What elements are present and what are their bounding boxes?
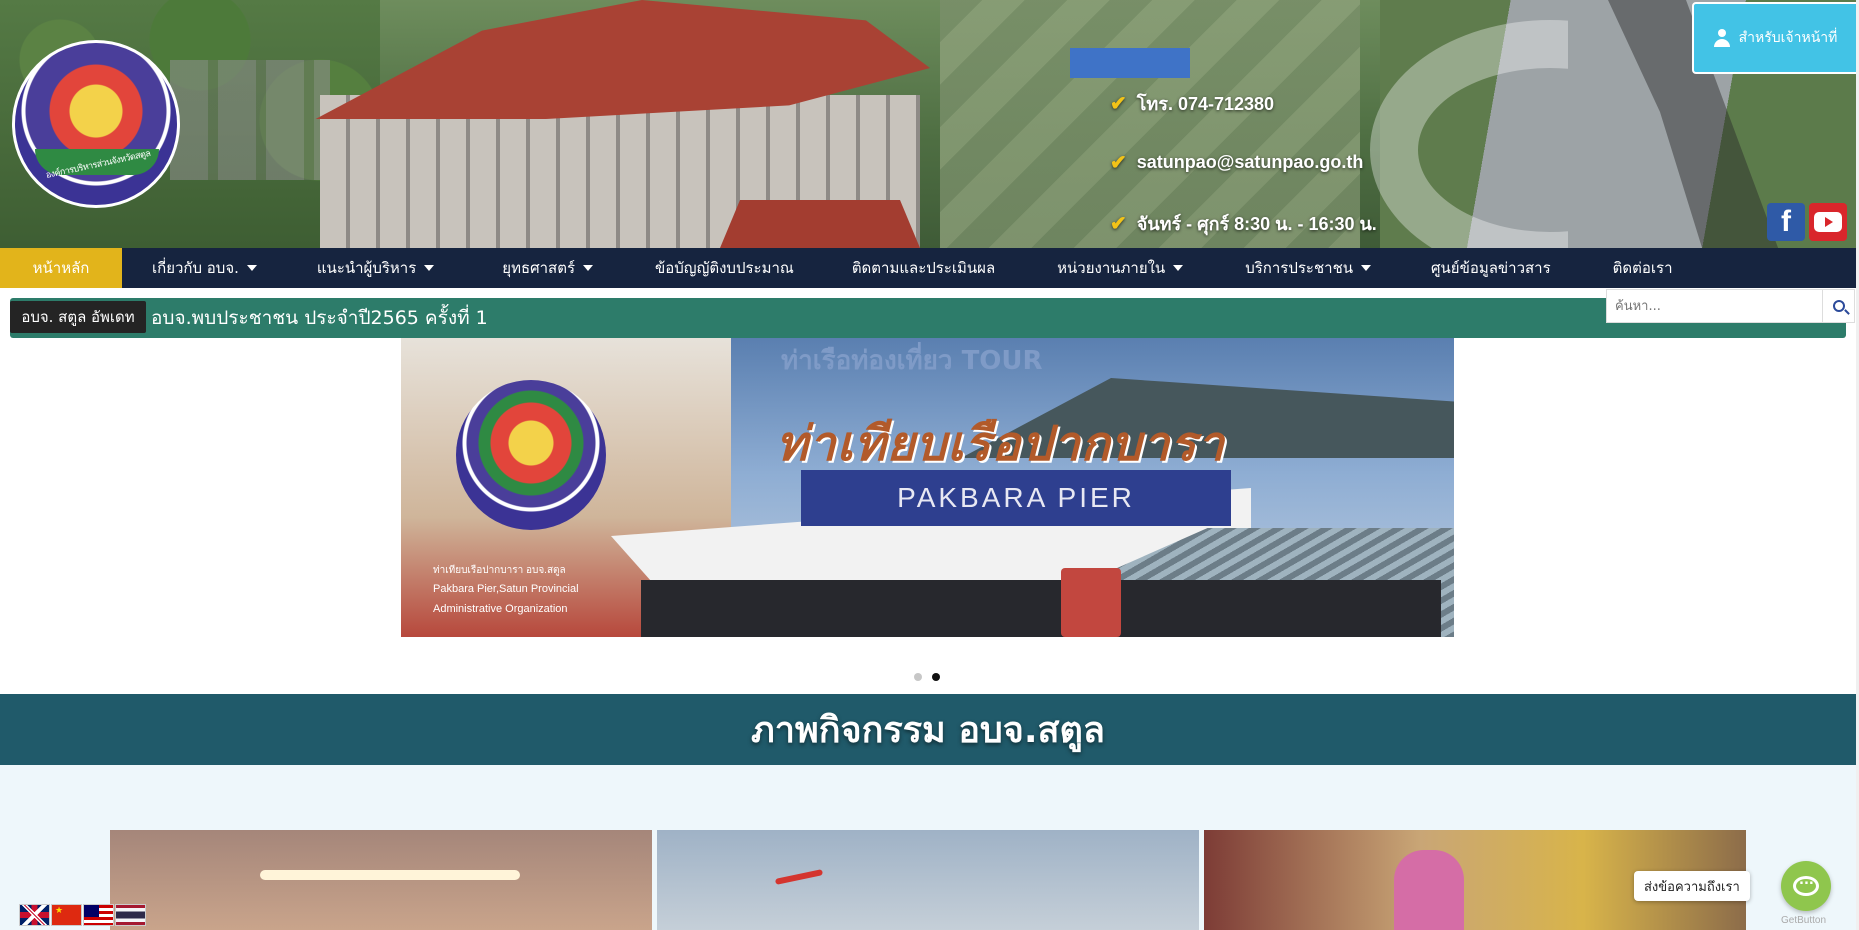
nav-item-services[interactable]: บริการประชาชน [1205, 248, 1393, 288]
nav-item-budget[interactable]: ข้อบัญญัติงบประมาณ [615, 248, 816, 288]
slider-dot-1[interactable] [914, 673, 922, 681]
ticker-headline[interactable]: อบจ.พบประชาชน ประจำปี2565 ครั้งที่ 1 [151, 298, 488, 338]
check-icon: ✔ [1110, 93, 1127, 115]
ticker-label: อบจ. สตูล อัพเดท [10, 301, 146, 333]
chat-bubble-icon [1793, 873, 1819, 896]
nav-item-about[interactable]: เกี่ยวกับ อบจ. [122, 248, 279, 288]
facebook-icon[interactable]: f [1767, 203, 1805, 241]
flag-thai-icon[interactable] [115, 904, 146, 926]
nav-item-contact[interactable]: ติดต่อเรา [1573, 248, 1695, 288]
youtube-icon[interactable] [1809, 203, 1847, 241]
site-logo[interactable]: องค์การบริหารส่วนจังหวัดสตูล [12, 40, 180, 208]
chevron-down-icon [1361, 265, 1372, 271]
activity-card[interactable] [110, 830, 652, 930]
slide-logo [456, 380, 606, 530]
slide-sign-top: ท่าเรือท่องเที่ยว TOUR [781, 346, 1043, 376]
user-icon [1713, 29, 1731, 47]
check-icon: ✔ [1110, 152, 1127, 174]
main-nav: หน้าหลัก เกี่ยวกับ อบจ. แนะนำผู้บริหาร ย… [0, 248, 1859, 288]
contact-hours: ✔ จันทร์ - ศุกร์ 8:30 น. - 16:30 น. [1110, 209, 1377, 238]
check-icon: ✔ [1110, 213, 1127, 235]
activities-heading: ภาพกิจกรรม อบจ.สตูล [0, 694, 1856, 765]
hero-slide[interactable]: ท่าเรือท่องเที่ยว TOUR ท่าเทียบเรือปากบา… [401, 338, 1454, 637]
nav-item-evaluation[interactable]: ติดตามและประเมินผล [816, 248, 1017, 288]
header-hero [0, 0, 1859, 248]
chat-label[interactable]: ส่งข้อความถึงเรา [1634, 871, 1750, 901]
chevron-down-icon [246, 265, 257, 271]
contact-phone-text: โทร. 074-712380 [1136, 94, 1275, 114]
language-switcher [19, 904, 146, 926]
flag-english-icon[interactable] [19, 904, 50, 926]
slide-caption-th: ท่าเทียบเรือปากบารา อบจ.สตูล [433, 565, 566, 576]
hero-photo-blue-roof [1070, 48, 1190, 78]
hero-photo-roof-small [720, 200, 920, 248]
search-icon [1832, 300, 1845, 312]
slider-dot-2[interactable] [932, 673, 940, 681]
nav-item-info-center[interactable]: ศูนย์ข้อมูลข่าวสาร [1393, 248, 1573, 288]
search-button[interactable] [1822, 290, 1854, 322]
chevron-down-icon [1173, 265, 1184, 271]
nav-item-strategy[interactable]: ยุทธศาสตร์ [456, 248, 615, 288]
activity-card[interactable] [657, 830, 1199, 930]
getbutton-brand[interactable]: GetButton [1781, 915, 1826, 926]
slide-title-en: PAKBARA PIER [801, 470, 1231, 526]
nav-item-executives[interactable]: แนะนำผู้บริหาร [279, 248, 456, 288]
contact-phone: ✔ โทร. 074-712380 [1110, 89, 1274, 118]
chevron-down-icon [583, 265, 594, 271]
contact-email-text[interactable]: satunpao@satunpao.go.th [1137, 152, 1364, 173]
flag-chinese-icon[interactable] [51, 904, 82, 926]
nav-item-departments[interactable]: หน่วยงานภายใน [1017, 248, 1205, 288]
slide-caption-en-1: Pakbara Pier,Satun Provincial [433, 583, 579, 595]
activities-title: ภาพกิจกรรม อบจ.สตูล [751, 710, 1105, 751]
chevron-down-icon [424, 265, 435, 271]
nav-item-home[interactable]: หน้าหลัก [0, 248, 122, 288]
slider-pagination [914, 673, 940, 681]
staff-login-label: สำหรับเจ้าหน้าที่ [1738, 30, 1838, 46]
search-box [1606, 289, 1855, 323]
contact-hours-text: จันทร์ - ศุกร์ 8:30 น. - 16:30 น. [1136, 214, 1377, 234]
contact-email[interactable]: ✔ satunpao@satunpao.go.th [1110, 150, 1363, 175]
slide-caption-en-2: Administrative Organization [433, 603, 568, 615]
flag-malay-icon[interactable] [83, 904, 114, 926]
search-input[interactable] [1607, 290, 1822, 322]
play-icon [1814, 212, 1842, 232]
staff-login-button[interactable]: สำหรับเจ้าหน้าที่ [1692, 2, 1858, 74]
chat-button[interactable] [1781, 861, 1831, 911]
news-ticker: อบจ. สตูล อัพเดท อบจ.พบประชาชน ประจำปี25… [10, 298, 1846, 338]
hero-photo-houses [170, 60, 330, 180]
